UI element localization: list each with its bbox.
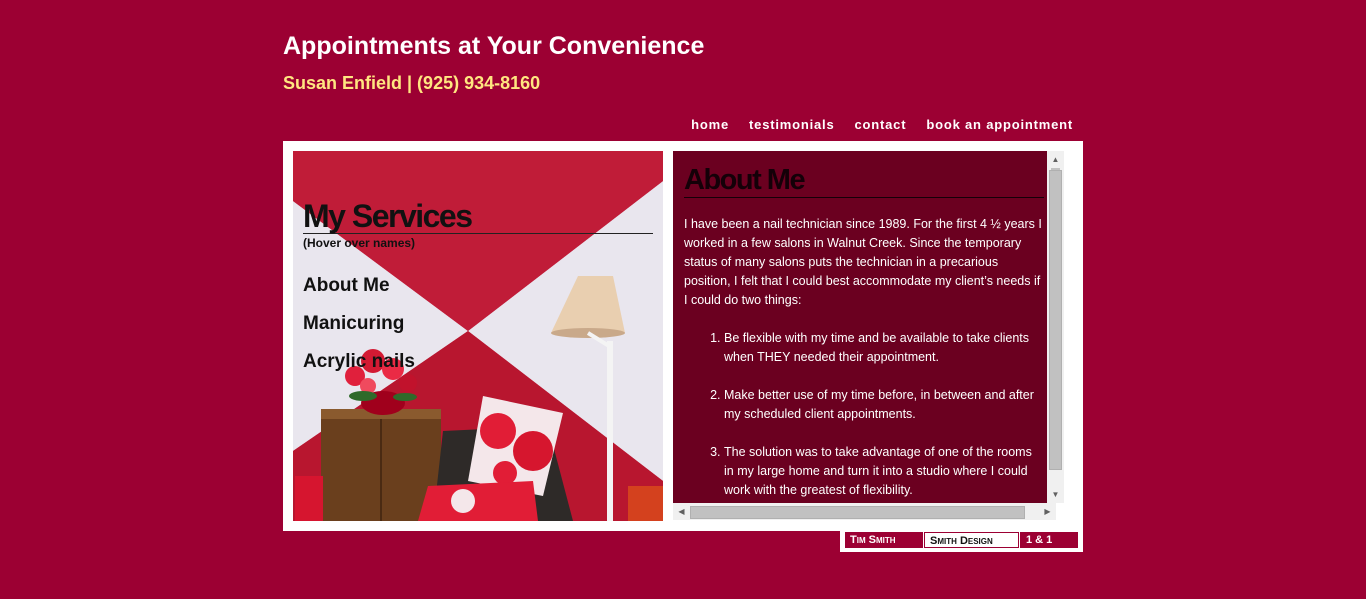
about-title: About Me bbox=[684, 163, 1044, 198]
vertical-scroll-thumb[interactable] bbox=[1049, 170, 1062, 470]
studio-photo-panel: My Services (Hover over names) About Me … bbox=[293, 151, 663, 521]
service-item-acrylic-nails[interactable]: Acrylic nails bbox=[303, 351, 415, 389]
credit-company[interactable]: Smith Design bbox=[924, 532, 1019, 548]
scroll-up-arrow-icon[interactable]: ▲ bbox=[1047, 151, 1064, 168]
service-item-manicuring[interactable]: Manicuring bbox=[303, 313, 415, 351]
credit-author[interactable]: Tim Smith bbox=[845, 532, 923, 548]
credit-tag[interactable]: 1 & 1 bbox=[1020, 532, 1078, 548]
services-hint: (Hover over names) bbox=[303, 236, 416, 250]
nav-contact-link[interactable]: contact bbox=[855, 117, 907, 132]
designer-credit: Tim Smith Smith Design 1 & 1 bbox=[840, 530, 1083, 552]
services-list: About Me Manicuring Acrylic nails bbox=[303, 275, 415, 389]
about-point: Be flexible with my time and be availabl… bbox=[724, 329, 1044, 367]
scroll-down-arrow-icon[interactable]: ▼ bbox=[1047, 486, 1064, 503]
about-intro-text: I have been a nail technician since 1989… bbox=[684, 217, 1042, 307]
about-point: Make better use of my time before, in be… bbox=[724, 386, 1044, 424]
about-point: The solution was to take advantage of on… bbox=[724, 443, 1044, 500]
scroll-right-arrow-icon[interactable]: ▶ bbox=[1039, 503, 1056, 520]
site-subtitle: Susan Enfield | (925) 934-8160 bbox=[283, 73, 541, 93]
vertical-scrollbar[interactable]: ▲ ▼ bbox=[1047, 151, 1064, 503]
nav-book-link[interactable]: book an appointment bbox=[926, 117, 1073, 132]
service-item-about-me[interactable]: About Me bbox=[303, 275, 415, 313]
scroll-left-arrow-icon[interactable]: ◀ bbox=[673, 503, 690, 520]
horizontal-scroll-thumb[interactable] bbox=[690, 506, 1025, 519]
horizontal-scrollbar[interactable]: ◀ ▶ bbox=[673, 503, 1056, 520]
main-frame: My Services (Hover over names) About Me … bbox=[283, 141, 1083, 531]
nav-testimonials-link[interactable]: testimonials bbox=[749, 117, 834, 132]
about-points-list: Be flexible with my time and be availabl… bbox=[684, 329, 1044, 503]
top-nav: home testimonials contact book an appoin… bbox=[691, 117, 1073, 132]
about-content-panel[interactable]: About Me I have been a nail technician s… bbox=[673, 151, 1056, 503]
nav-home-link[interactable]: home bbox=[691, 117, 729, 132]
site-title: Appointments at Your Convenience bbox=[283, 32, 705, 60]
services-title: My Services bbox=[303, 199, 653, 234]
